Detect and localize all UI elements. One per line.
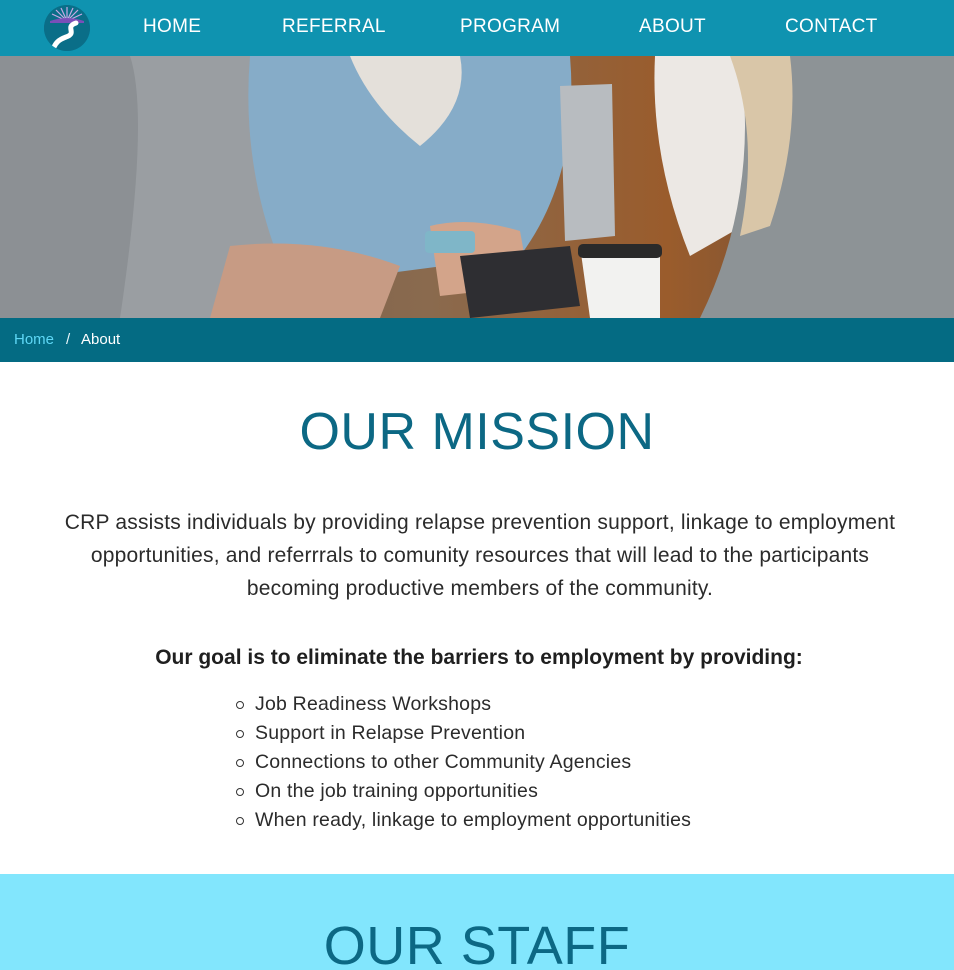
breadcrumb-current: About xyxy=(81,331,121,348)
list-item: When ready, linkage to employment opport… xyxy=(236,806,691,835)
top-navbar: HOME REFERRAL PROGRAM ABOUT CONTACT xyxy=(0,0,954,56)
breadcrumb-separator: / xyxy=(66,331,71,348)
mission-text: CRP assists individuals by providing rel… xyxy=(64,511,896,600)
bullet-icon xyxy=(236,788,244,796)
staff-title: OUR STAFF xyxy=(323,916,631,970)
list-item: Support in Relapse Prevention xyxy=(236,719,691,748)
logo-icon[interactable] xyxy=(44,5,90,51)
bullet-icon xyxy=(236,730,244,738)
bullet-icon xyxy=(236,701,244,709)
mission-title: OUR MISSION xyxy=(299,403,655,461)
nav-home[interactable]: HOME xyxy=(143,16,201,38)
nav-about[interactable]: ABOUT xyxy=(639,16,706,38)
list-item: Job Readiness Workshops xyxy=(236,690,691,719)
breadcrumb-home-link[interactable]: Home xyxy=(14,331,54,348)
list-item-label: When ready, linkage to employment opport… xyxy=(255,809,692,831)
goal-statement: Our goal is to eliminate the barriers to… xyxy=(155,646,803,669)
services-list: Job Readiness Workshops Support in Relap… xyxy=(236,690,691,835)
list-item-label: Connections to other Community Agencies xyxy=(255,751,632,773)
nav-referral[interactable]: REFERRAL xyxy=(282,16,386,38)
bullet-icon xyxy=(236,817,244,825)
hero-image xyxy=(0,56,954,318)
breadcrumb: Home / About xyxy=(0,318,954,362)
nav-contact[interactable]: CONTACT xyxy=(785,16,878,38)
list-item-label: Job Readiness Workshops xyxy=(255,693,492,715)
list-item-label: On the job training opportunities xyxy=(255,780,539,802)
staff-section: OUR STAFF xyxy=(0,874,954,970)
bullet-icon xyxy=(236,759,244,767)
list-item-label: Support in Relapse Prevention xyxy=(255,722,526,744)
nav-program[interactable]: PROGRAM xyxy=(460,16,560,38)
list-item: On the job training opportunities xyxy=(236,777,691,806)
list-item: Connections to other Community Agencies xyxy=(236,748,691,777)
